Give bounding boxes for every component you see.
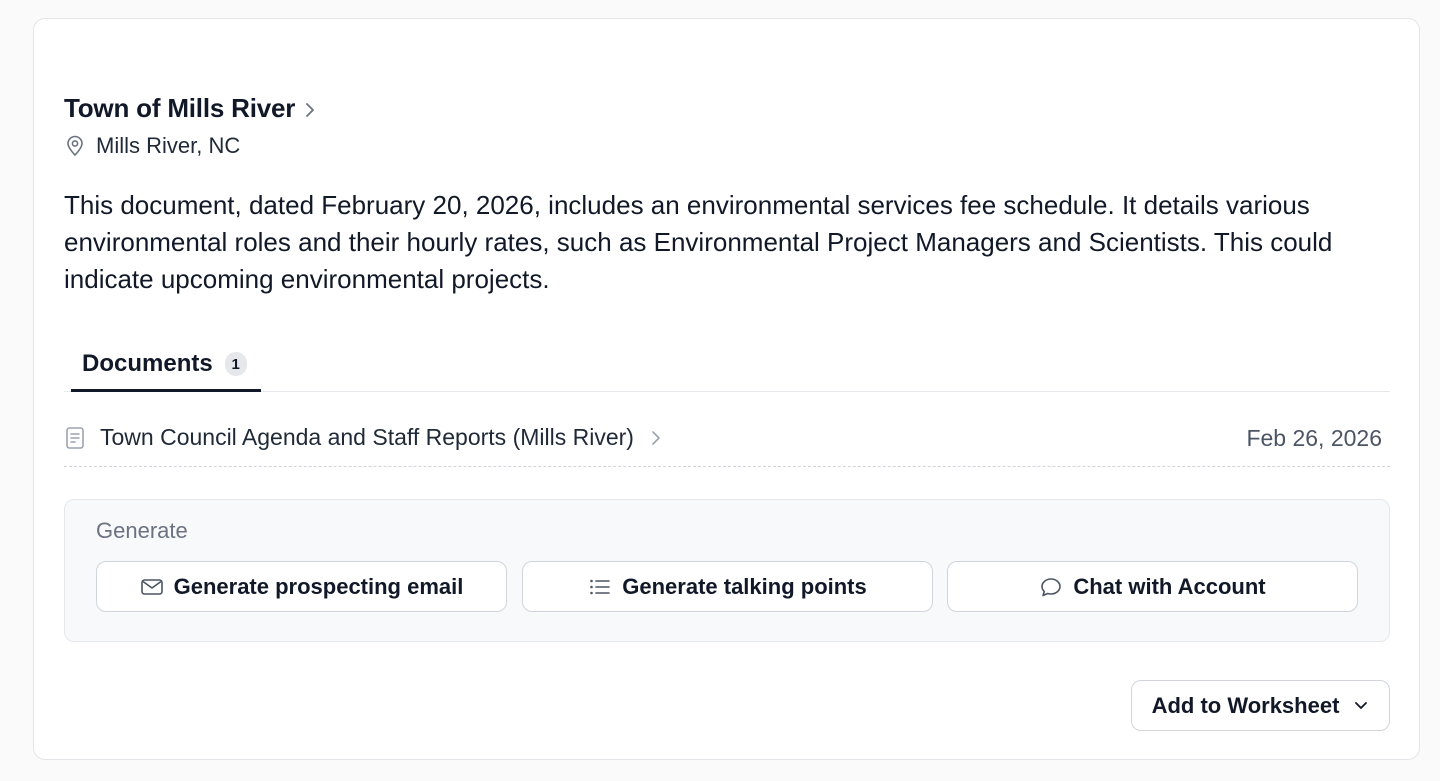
chat-with-account-button[interactable]: Chat with Account [947,561,1358,612]
tab-documents[interactable]: Documents 1 [71,339,261,392]
document-summary: This document, dated February 20, 2026, … [64,190,1333,294]
chevron-down-icon [1355,701,1368,709]
account-card: Town of Mills River Mills River, NC This… [33,18,1420,760]
button-label: Chat with Account [1073,573,1266,599]
count-badge: 1 [224,352,247,376]
document-date: Feb 26, 2026 [1246,425,1382,451]
chat-bubble-icon [1041,577,1062,596]
button-label: Generate prospecting email [173,573,464,599]
account-name: Town of Mills River [64,93,296,123]
add-to-worksheet-button[interactable]: Add to Worksheet [1131,680,1390,731]
button-label: Add to Worksheet [1151,692,1340,718]
document-icon [64,426,86,450]
document-title: Town Council Agenda and Staff Reports (M… [100,424,634,450]
mail-icon [140,578,163,595]
document-link[interactable]: Town Council Agenda and Staff Reports (M… [64,424,662,451]
list-item: Town Council Agenda and Staff Reports (M… [64,419,1390,467]
account-title-link[interactable]: Town of Mills River [64,93,317,124]
generate-prospecting-email-button[interactable]: Generate prospecting email [96,561,507,612]
list-icon [590,579,611,594]
generate-talking-points-button[interactable]: Generate talking points [522,561,933,612]
tabs-bar: Documents 1 [64,339,1390,392]
button-label: Generate talking points [622,573,867,599]
tab-label: Documents [82,350,213,377]
generate-heading: Generate [96,518,188,543]
chevron-right-icon [652,430,660,445]
chevron-right-icon [306,102,315,117]
account-location: Mills River, NC [64,133,240,159]
map-pin-icon [64,135,86,157]
generate-panel: Generate Generate prospecting email Gene… [64,499,1390,642]
location-text: Mills River, NC [96,133,241,158]
